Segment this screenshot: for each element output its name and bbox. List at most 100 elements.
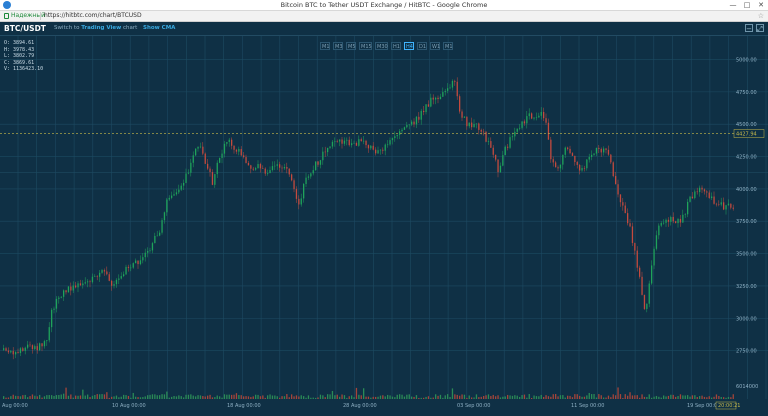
volume-bar — [161, 394, 163, 399]
volume-bar — [202, 396, 204, 399]
volume-bar — [187, 394, 190, 399]
volume-bar — [413, 396, 415, 399]
volume-bar — [415, 395, 418, 399]
timeframe-button-active[interactable]: H4 — [404, 42, 414, 50]
show-cma-link[interactable]: Show CMA — [143, 22, 175, 35]
candle-body — [598, 147, 600, 149]
candle-body — [94, 276, 96, 277]
candle-body — [437, 97, 439, 100]
candlestick-chart[interactable]: 5000.00 4750.00 4500.00 4250.00 4000.00 3750.… — [0, 36, 768, 416]
candle-body — [269, 170, 271, 174]
url-field[interactable]: https://hitbtc.com/chart/BTCUSD — [44, 11, 142, 21]
volume-bar — [387, 394, 389, 399]
candle-body — [617, 184, 619, 195]
candle-body — [387, 144, 389, 146]
candle-body — [540, 111, 542, 116]
volume-bar — [72, 397, 74, 399]
timeframe-button[interactable]: M5 — [346, 42, 356, 50]
candle-body — [204, 153, 206, 164]
candle-body — [111, 280, 113, 286]
volume-bar — [389, 395, 391, 399]
volume-bar — [245, 396, 247, 399]
volume-bar — [101, 394, 103, 399]
candle-body — [490, 141, 492, 148]
volume-bar — [588, 392, 590, 399]
timeframe-button[interactable]: M30 — [375, 42, 388, 50]
candle-body — [670, 216, 672, 222]
candle-body — [255, 168, 257, 170]
volume-bar — [197, 395, 199, 399]
candle-body — [259, 164, 262, 169]
volume-bar — [576, 394, 578, 399]
candle-body — [423, 110, 425, 113]
candle-body — [185, 173, 187, 183]
candle-body — [163, 212, 166, 221]
timeframe-button[interactable]: M1 — [320, 42, 330, 50]
candle-body — [161, 220, 163, 233]
volume-bar — [574, 394, 576, 399]
volume-bar — [675, 396, 677, 399]
timeframe-button[interactable]: M3 — [333, 42, 343, 50]
volume-bar — [523, 394, 526, 399]
candle-body — [106, 271, 108, 275]
volume-bar — [291, 394, 293, 399]
volume-bar — [679, 394, 682, 399]
candle-body — [600, 148, 602, 153]
volume-bar — [595, 397, 598, 399]
candle-body — [235, 149, 238, 152]
candle-body — [711, 196, 713, 198]
trading-view-link[interactable]: Trading View — [81, 25, 121, 31]
y-tick-label: 4250.00 — [736, 155, 757, 161]
volume-bar — [195, 396, 197, 399]
candle-body — [622, 202, 624, 206]
volume-bar — [447, 394, 449, 399]
current-price-label: 4427.94 — [736, 132, 757, 138]
close-button[interactable]: ✕ — [754, 0, 768, 10]
candle-body — [142, 257, 144, 261]
timeframe-button[interactable]: M15 — [359, 42, 372, 50]
candle-body — [72, 285, 74, 291]
minimize-button[interactable]: — — [726, 0, 740, 10]
volume-bar — [492, 394, 494, 399]
maximize-button[interactable]: □ — [740, 0, 754, 10]
candle-body — [509, 137, 511, 148]
volume-bar — [514, 395, 516, 399]
candle-body — [727, 203, 730, 206]
timeframe-button[interactable]: W1 — [430, 42, 440, 50]
timeframe-button[interactable]: M1 — [443, 42, 453, 50]
candle-body — [461, 111, 463, 118]
price-chart[interactable]: 5000.00 4750.00 4500.00 4250.00 4000.00 3750.… — [0, 36, 768, 416]
bookmark-star-icon[interactable]: ☆ — [758, 11, 764, 21]
candle-body — [550, 139, 552, 160]
volume-bar — [708, 396, 710, 399]
volume-bar — [725, 397, 727, 399]
address-bar[interactable]: Надежный https://hitbtc.com/chart/BTCUSD… — [0, 11, 768, 22]
volume-bar — [557, 396, 559, 399]
candle-body — [87, 281, 89, 283]
candle-body — [715, 203, 718, 205]
volume-bar — [312, 397, 314, 399]
volume-bar — [60, 394, 62, 399]
candle-body — [219, 158, 221, 163]
volume-bar — [550, 396, 552, 399]
volume-bar — [629, 392, 631, 399]
volume-bar — [715, 394, 718, 399]
candle-body — [401, 129, 403, 132]
candle-body — [197, 146, 199, 149]
candle-body — [535, 117, 538, 119]
candle-body — [588, 156, 590, 160]
fullscreen-icon[interactable]: ⤢ — [756, 24, 764, 33]
candle-body — [415, 116, 418, 125]
candle-body — [612, 162, 614, 177]
volume-bar — [180, 396, 182, 399]
volume-bar — [103, 394, 106, 399]
volume-bar — [82, 389, 84, 399]
candle-body — [629, 223, 631, 227]
volume-bar — [670, 394, 672, 399]
volume-bar — [483, 395, 485, 399]
candle-body — [216, 162, 218, 175]
timeframe-button[interactable]: D1 — [417, 42, 427, 50]
candle-body — [192, 155, 194, 163]
collapse-icon[interactable]: − — [745, 24, 753, 33]
timeframe-button[interactable]: H1 — [391, 42, 401, 50]
